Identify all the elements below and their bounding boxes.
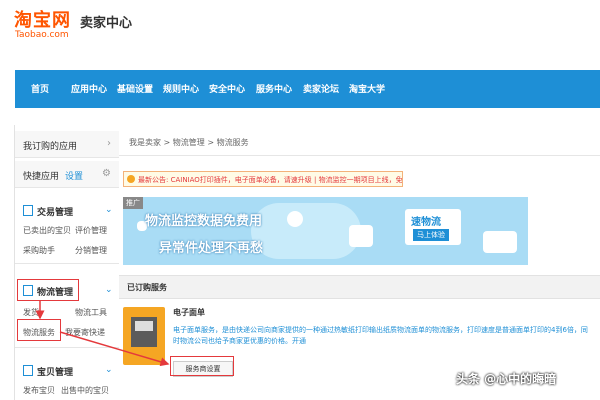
annotation-arrows <box>35 300 170 367</box>
watermark: 头条 @心中的晦暗 <box>456 372 557 386</box>
arrow-right <box>59 331 170 367</box>
